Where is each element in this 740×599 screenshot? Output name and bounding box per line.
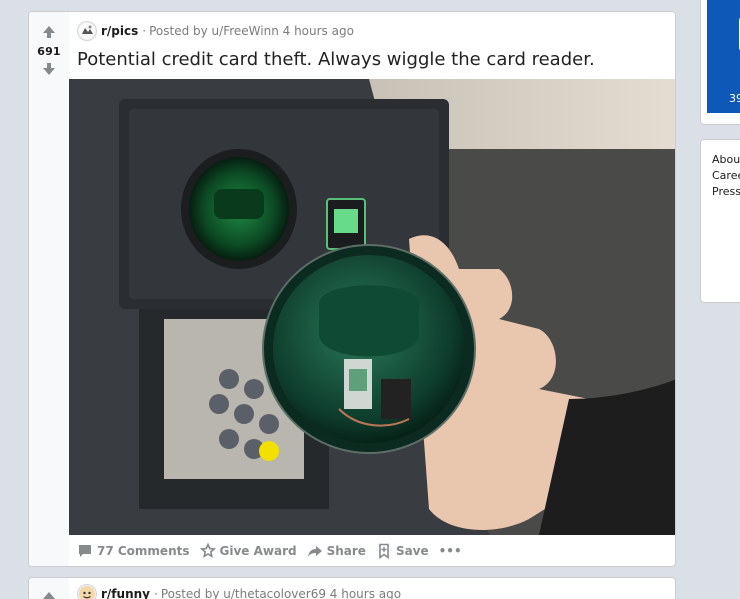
subreddit-link[interactable]: r/funny <box>101 587 150 599</box>
save-button[interactable]: Save <box>376 543 429 559</box>
posted-by[interactable]: Posted by u/FreeWinn 4 hours ago <box>149 24 354 38</box>
meta-separator: · <box>142 24 147 38</box>
post-content: r/funny · Posted by u/thetacolover69 4 h… <box>69 578 675 599</box>
subreddit-avatar-icon[interactable] <box>77 584 97 599</box>
post-meta: r/pics · Posted by u/FreeWinn 4 hours ag… <box>77 21 354 41</box>
meta-separator: · <box>153 587 158 599</box>
share-button[interactable]: Share <box>307 543 366 559</box>
upvote-icon[interactable] <box>41 24 57 40</box>
sidebar-promo-card[interactable]: 39 <box>700 0 740 125</box>
post-card[interactable]: 691 r/pics · Posted by u/FreeWinn 4 hour… <box>28 11 676 567</box>
post-meta: r/funny · Posted by u/thetacolover69 4 h… <box>77 584 401 599</box>
share-label: Share <box>326 544 366 558</box>
footer-link-careers[interactable]: Caree <box>701 168 740 184</box>
save-label: Save <box>395 544 429 558</box>
footer-link-about[interactable]: Abou <box>701 152 740 168</box>
comments-button[interactable]: 77 Comments <box>77 543 190 559</box>
footer-links: Abou Caree Press <box>701 140 740 200</box>
post-title[interactable]: Potential credit card theft. Always wigg… <box>77 49 595 70</box>
comments-label: 77 Comments <box>97 544 190 558</box>
post-content: r/pics · Posted by u/FreeWinn 4 hours ag… <box>69 12 675 566</box>
post-image[interactable] <box>69 79 675 535</box>
downvote-icon[interactable] <box>41 61 57 77</box>
promo-count: 39 <box>729 92 740 105</box>
vote-column: 691 <box>29 12 69 566</box>
promo-banner[interactable]: 39 <box>707 0 740 113</box>
subreddit-avatar-icon[interactable] <box>77 21 97 41</box>
atm-card-skimmer-photo <box>69 79 675 535</box>
comment-icon <box>79 545 91 557</box>
vote-column <box>29 578 69 599</box>
post-actions: 77 Comments Give Award Share Save ••• <box>77 540 472 562</box>
award-label: Give Award <box>219 544 297 558</box>
save-icon <box>379 543 389 559</box>
sidebar-footer-card: Abou Caree Press <box>700 139 740 303</box>
award-icon <box>199 543 216 558</box>
posted-by[interactable]: Posted by u/thetacolover69 4 hours ago <box>161 587 401 599</box>
post-card[interactable]: r/funny · Posted by u/thetacolover69 4 h… <box>28 577 676 599</box>
more-options-button[interactable]: ••• <box>439 544 462 558</box>
footer-link-press[interactable]: Press <box>701 184 740 200</box>
upvote-icon[interactable] <box>41 590 57 599</box>
give-award-button[interactable]: Give Award <box>199 543 297 559</box>
share-icon <box>307 546 322 557</box>
post-score: 691 <box>37 45 61 58</box>
subreddit-link[interactable]: r/pics <box>101 24 138 38</box>
